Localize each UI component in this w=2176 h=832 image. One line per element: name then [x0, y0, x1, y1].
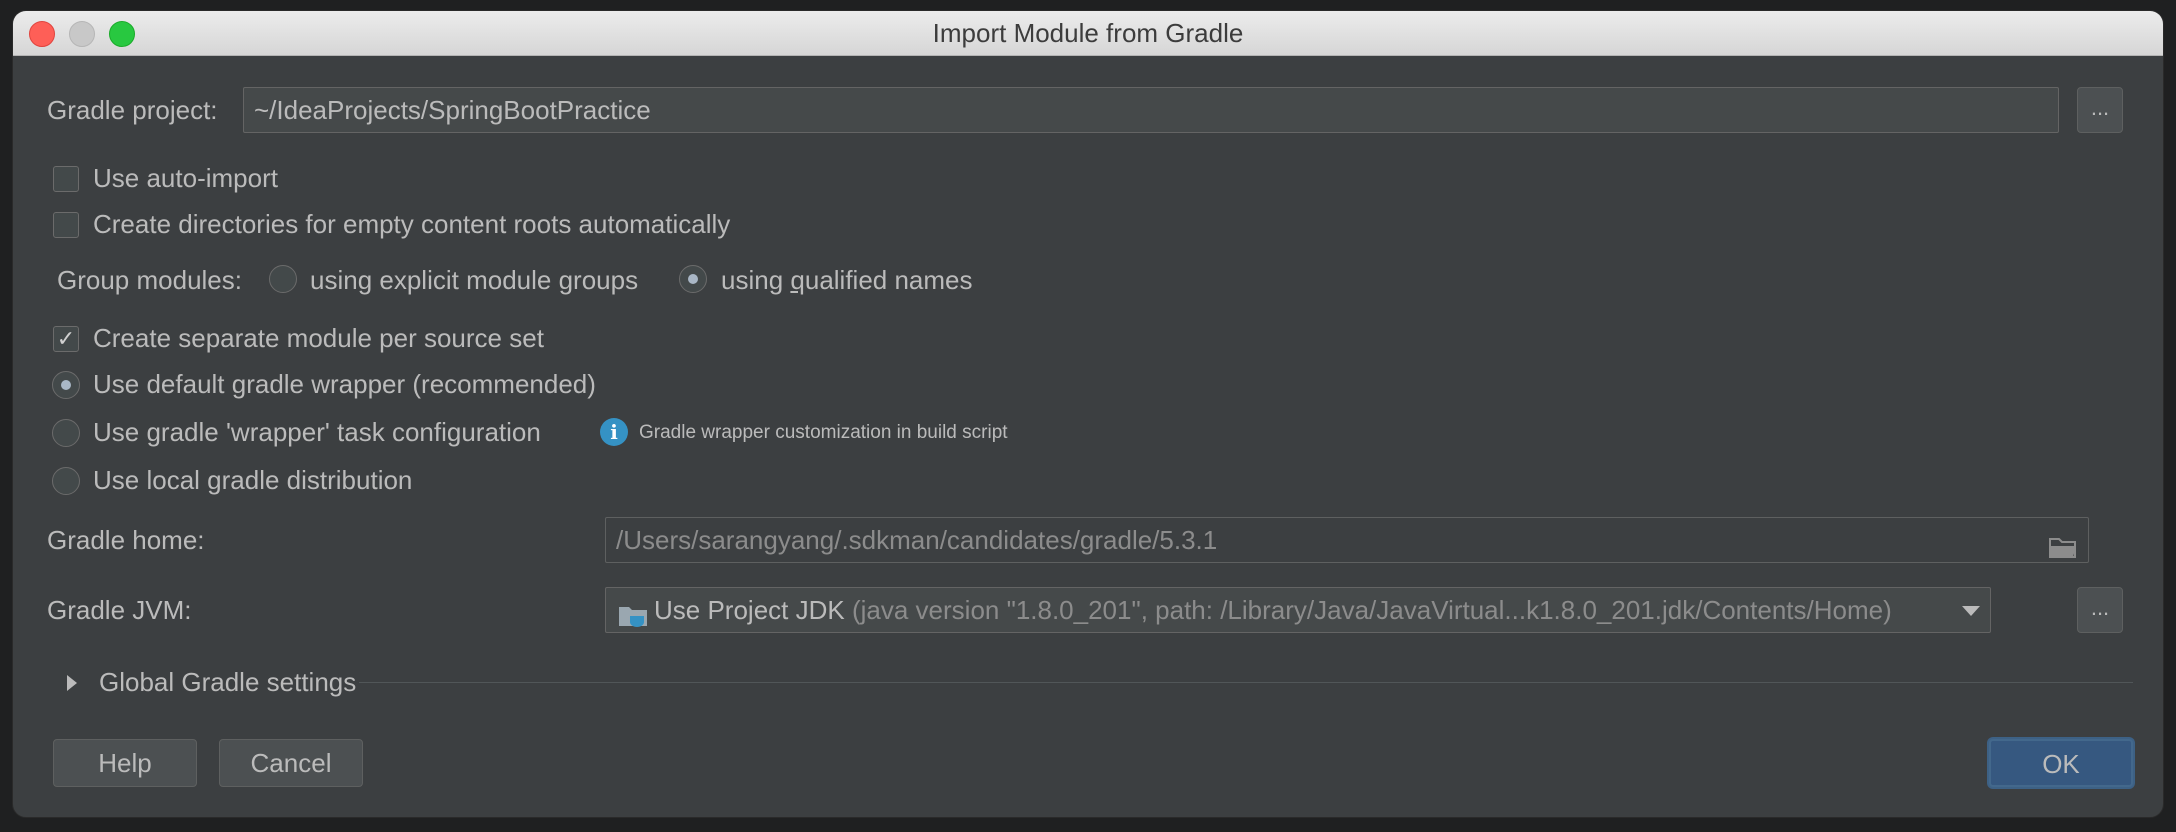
radio-selected-dot — [61, 380, 71, 390]
gradle-jvm-select[interactable]: Use Project JDK (java version "1.8.0_201… — [605, 587, 1991, 633]
gradle-project-field[interactable]: ~/IdeaProjects/SpringBootPractice — [243, 87, 2059, 133]
gradle-project-label: Gradle project: — [47, 95, 218, 125]
qualified-names-radio[interactable] — [679, 265, 707, 293]
info-icon: i — [600, 418, 628, 446]
auto-import-label: Use auto-import — [93, 163, 278, 193]
explicit-groups-radio[interactable] — [269, 265, 297, 293]
local-distribution-radio[interactable] — [52, 467, 80, 495]
auto-import-checkbox[interactable] — [53, 166, 79, 192]
separate-module-label: Create separate module per source set — [93, 323, 544, 353]
checkmark-icon: ✓ — [56, 326, 76, 351]
ok-button[interactable]: OK — [1989, 739, 2133, 787]
import-module-dialog: Import Module from Gradle Gradle project… — [12, 10, 2164, 818]
triangle-right-icon — [67, 675, 77, 691]
global-settings-toggle[interactable]: Global Gradle settings — [53, 667, 373, 699]
gradle-project-browse-button[interactable]: ... — [2077, 87, 2123, 133]
qualified-names-label: using qualified names — [721, 265, 973, 295]
create-directories-checkbox[interactable] — [53, 212, 79, 238]
explicit-groups-label: using explicit module groups — [310, 265, 639, 295]
gradle-home-label: Gradle home: — [47, 525, 205, 555]
radio-selected-dot — [688, 274, 698, 284]
default-wrapper-label: Use default gradle wrapper (recommended) — [93, 369, 596, 399]
divider — [359, 682, 2133, 683]
title-bar: Import Module from Gradle — [13, 11, 2163, 56]
cancel-button[interactable]: Cancel — [219, 739, 363, 787]
local-distribution-label: Use local gradle distribution — [93, 465, 413, 495]
gradle-jvm-value: Use Project JDK — [654, 595, 845, 625]
window-title: Import Module from Gradle — [932, 18, 1244, 48]
group-modules-label: Group modules: — [57, 265, 242, 295]
default-wrapper-radio[interactable] — [52, 371, 80, 399]
wrapper-task-label: Use gradle 'wrapper' task configuration — [93, 417, 541, 447]
gradle-jvm-label: Gradle JVM: — [47, 595, 192, 625]
chevron-down-icon — [1962, 606, 1980, 616]
create-directories-label: Create directories for empty content roo… — [93, 209, 731, 239]
wrapper-task-radio[interactable] — [52, 419, 80, 447]
folder-icon[interactable] — [2048, 528, 2078, 558]
gradle-jvm-detail: (java version "1.8.0_201", path: /Librar… — [851, 595, 1892, 625]
gradle-home-field[interactable]: /Users/sarangyang/.sdkman/candidates/gra… — [605, 517, 2089, 563]
gradle-jvm-browse-button[interactable]: ... — [2077, 587, 2123, 633]
jdk-folder-icon — [618, 597, 648, 628]
separate-module-checkbox[interactable]: ✓ — [53, 326, 79, 352]
global-settings-label: Global Gradle settings — [99, 667, 357, 697]
wrapper-hint-text: Gradle wrapper customization in build sc… — [639, 422, 1008, 443]
gradle-home-value: /Users/sarangyang/.sdkman/candidates/gra… — [616, 525, 1218, 555]
help-button[interactable]: Help — [53, 739, 197, 787]
